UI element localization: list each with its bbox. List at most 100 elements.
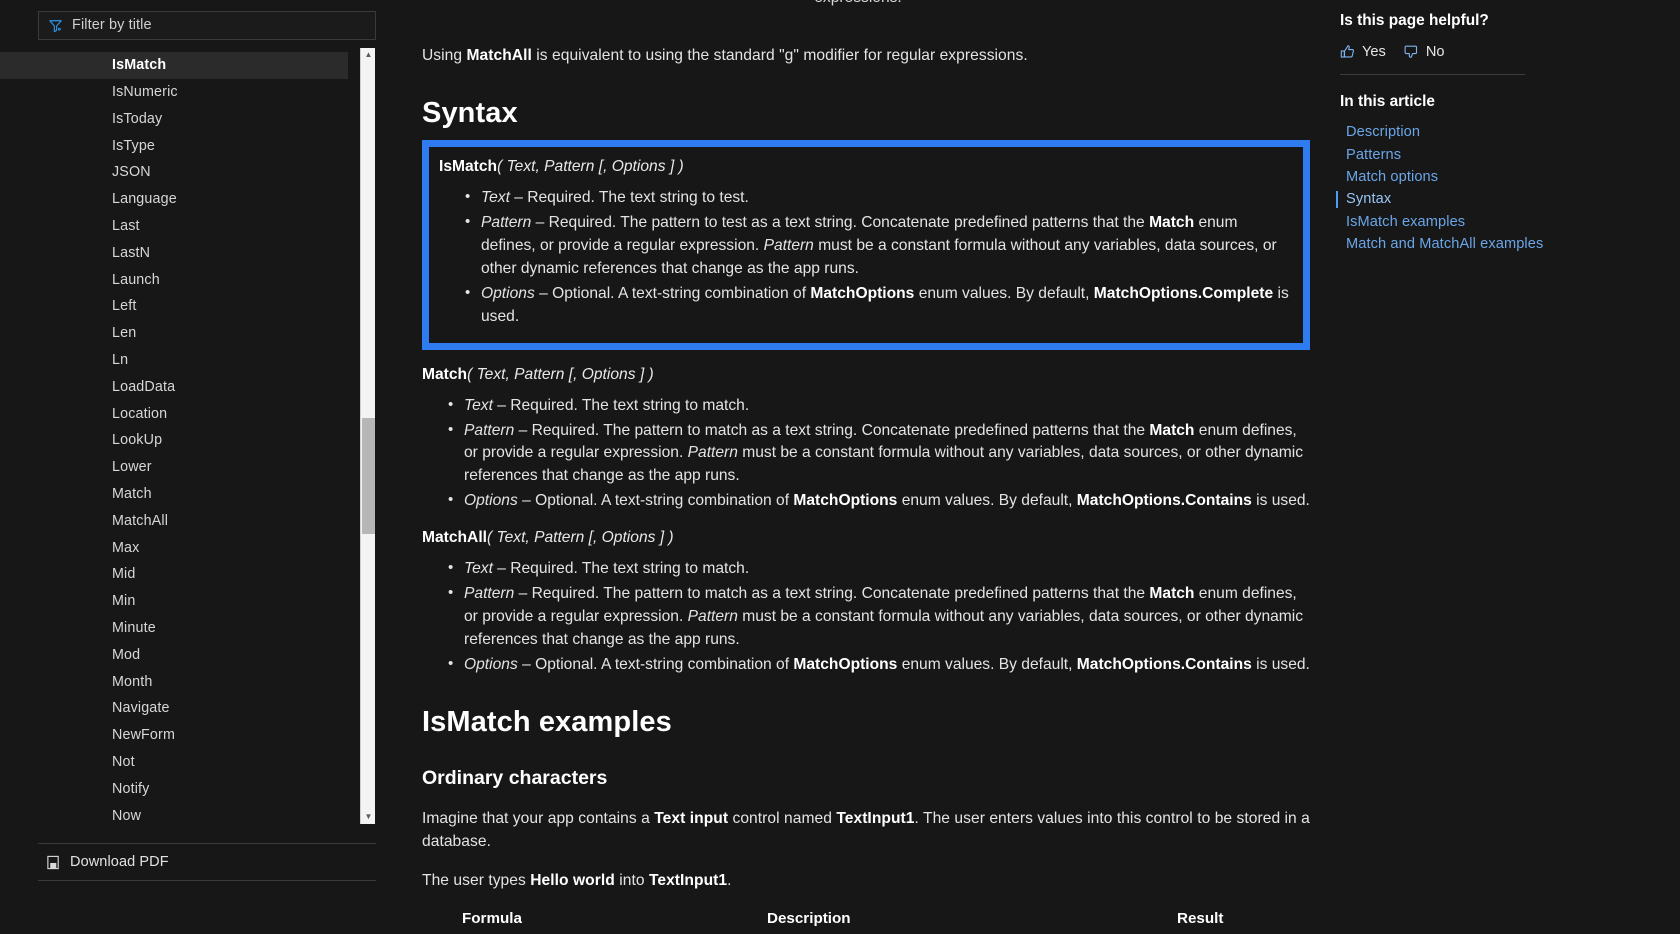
ismatch-signature-name: IsMatch: [439, 158, 498, 176]
sidebar-item-launch[interactable]: Launch: [0, 266, 380, 293]
param-options: Options – Optional. A text-string combin…: [465, 282, 1289, 329]
matchall-signature-args: ( Text, Pattern [, Options ] ): [486, 529, 674, 547]
ismatch-signature: IsMatch( Text, Pattern [, Options ] ): [439, 158, 1289, 176]
param-pattern: Pattern – Required. The pattern to match…: [448, 582, 1310, 652]
ismatch-examples-heading: IsMatch examples: [422, 705, 672, 738]
match-signature-name: Match: [422, 365, 468, 383]
thumbs-up-label: Yes: [1362, 44, 1386, 60]
sidebar-item-len[interactable]: Len: [0, 320, 380, 347]
download-pdf-button[interactable]: Download PDF: [38, 843, 376, 881]
param-desc: – Required. The pattern to match as a te…: [464, 421, 1304, 485]
sidebar-item-iserror[interactable]: IsError: [0, 44, 380, 52]
sidebar-item-ismatch[interactable]: IsMatch: [0, 51, 348, 79]
param-desc: – Optional. A text-string combination of…: [517, 492, 1310, 510]
sidebar-item-notify[interactable]: Notify: [0, 775, 380, 802]
matchall-signature-name: MatchAll: [422, 529, 487, 547]
thumbs-down-icon: [1404, 45, 1417, 58]
intro-pre: Using: [422, 47, 467, 64]
sidebar-item-last[interactable]: Last: [0, 213, 380, 240]
sidebar-item-location[interactable]: Location: [0, 400, 380, 427]
filter-input-placeholder: Filter by title: [72, 17, 152, 34]
sidebar-item-navigate[interactable]: Navigate: [0, 695, 380, 722]
feedback-buttons: Yes No: [1340, 44, 1660, 60]
ordinary-characters-heading: Ordinary characters: [422, 766, 608, 789]
truncated-paragraph-top: expressions.: [422, 0, 1294, 7]
sidebar-item-language[interactable]: Language: [0, 186, 380, 213]
param-term: Text: [481, 189, 510, 207]
thumbs-down-button[interactable]: No: [1404, 44, 1444, 60]
scroll-up-arrow-icon[interactable]: ▲: [361, 48, 376, 62]
param-term: Pattern: [464, 585, 515, 603]
match-signature-args: ( Text, Pattern [, Options ] ): [467, 365, 654, 383]
scroll-down-arrow-icon[interactable]: ▼: [361, 810, 376, 824]
match-syntax-block: Match( Text, Pattern [, Options ] ) Text…: [422, 366, 1310, 514]
param-term: Options: [464, 492, 518, 510]
sidebar-item-month[interactable]: Month: [0, 668, 380, 695]
sidebar-item-now[interactable]: Now: [0, 802, 380, 826]
param-term: Text: [464, 560, 493, 578]
ordinary-paragraph-1: Imagine that your app contains a Text in…: [422, 809, 1310, 850]
sidebar-item-match[interactable]: Match: [0, 481, 380, 508]
sidebar-scrollbar[interactable]: ▲ ▼: [360, 48, 375, 824]
sidebar-item-minute[interactable]: Minute: [0, 615, 380, 642]
syntax-heading: Syntax: [422, 97, 518, 130]
in-this-article-title: In this article: [1340, 93, 1435, 110]
sidebar-item-isnumeric[interactable]: IsNumeric: [0, 79, 380, 106]
sidebar-item-matchall[interactable]: MatchAll: [0, 507, 380, 534]
sidebar-item-istoday[interactable]: IsToday: [0, 105, 380, 132]
sidebar-item-json[interactable]: JSON: [0, 159, 380, 186]
download-pdf-label: Download PDF: [70, 854, 169, 870]
sidebar-item-min[interactable]: Min: [0, 588, 380, 615]
truncated-paragraph-text: expressions.: [814, 0, 902, 6]
toc-link-syntax[interactable]: Syntax: [1336, 188, 1660, 210]
ismatch-signature-args: ( Text, Pattern [, Options ] ): [497, 158, 684, 176]
param-options: Options – Optional. A text-string combin…: [448, 489, 1310, 513]
param-term: Pattern: [464, 421, 515, 439]
matchall-signature: MatchAll( Text, Pattern [, Options ] ): [422, 529, 1310, 547]
param-term: Pattern: [481, 214, 532, 231]
param-term: Text: [464, 396, 493, 414]
param-desc: – Required. The text string to match.: [492, 560, 750, 578]
sidebar-item-lastn[interactable]: LastN: [0, 239, 380, 266]
table-of-contents: Description Patterns Match options Syntax Is…: [1336, 121, 1660, 255]
toc-link-ismatch-examples[interactable]: IsMatch examples: [1340, 211, 1660, 233]
sidebar-item-lower[interactable]: Lower: [0, 454, 380, 481]
sidebar-item-left[interactable]: Left: [0, 293, 380, 320]
left-sidebar: Filter by title IsErrorIsMatchIsNumericI…: [0, 0, 416, 934]
intro-post: is equivalent to using the standard "g" …: [531, 47, 1028, 64]
toc-link-description[interactable]: Description: [1340, 121, 1660, 143]
sidebar-item-not[interactable]: Not: [0, 749, 380, 776]
docs-page: Filter by title IsErrorIsMatchIsNumericI…: [0, 0, 1680, 934]
intro-paragraph: Using MatchAll is equivalent to using th…: [422, 44, 1310, 67]
param-term: Options: [481, 284, 535, 302]
filter-by-title-field[interactable]: Filter by title: [38, 11, 376, 40]
right-rail: Is this page helpful? Yes No In this art…: [1328, 0, 1680, 934]
sidebar-item-newform[interactable]: NewForm: [0, 722, 380, 749]
param-text: Text – Required. The text string to matc…: [448, 394, 1310, 418]
param-options: Options – Optional. A text-string combin…: [448, 653, 1310, 677]
table-header-formula: Formula: [462, 910, 522, 928]
sidebar-item-max[interactable]: Max: [0, 534, 380, 561]
sidebar-item-lookup[interactable]: LookUp: [0, 427, 380, 454]
toc-link-match-and-matchall-examples[interactable]: Match and MatchAll examples: [1340, 233, 1660, 255]
sidebar-item-mid[interactable]: Mid: [0, 561, 380, 588]
sidebar-item-ln[interactable]: Ln: [0, 347, 380, 374]
toc-link-patterns[interactable]: Patterns: [1340, 143, 1660, 165]
matchall-parameter-list: Text – Required. The text string to matc…: [422, 557, 1310, 677]
toc-link-match-options[interactable]: Match options: [1340, 166, 1660, 188]
scrollbar-thumb[interactable]: [362, 418, 375, 534]
ordinary-paragraph-2: The user types Hello world into TextInpu…: [422, 871, 732, 889]
sidebar-item-loaddata[interactable]: LoadData: [0, 373, 380, 400]
article-content: expressions. Using MatchAll is equivalen…: [416, 0, 1328, 934]
function-list: IsErrorIsMatchIsNumericIsTodayIsTypeJSON…: [0, 44, 416, 826]
thumbs-up-icon: [1340, 45, 1354, 58]
param-desc: – Required. The pattern to match as a te…: [464, 585, 1304, 648]
param-term: Options: [464, 655, 518, 673]
match-signature: Match( Text, Pattern [, Options ] ): [422, 366, 1310, 384]
match-parameter-list: Text – Required. The text string to matc…: [422, 394, 1310, 514]
examples-table-header: Formula Description Result: [422, 910, 1310, 927]
param-pattern: Pattern – Required. The pattern to test …: [465, 211, 1289, 281]
thumbs-up-button[interactable]: Yes: [1340, 44, 1386, 60]
sidebar-item-istype[interactable]: IsType: [0, 132, 380, 159]
sidebar-item-mod[interactable]: Mod: [0, 641, 380, 668]
